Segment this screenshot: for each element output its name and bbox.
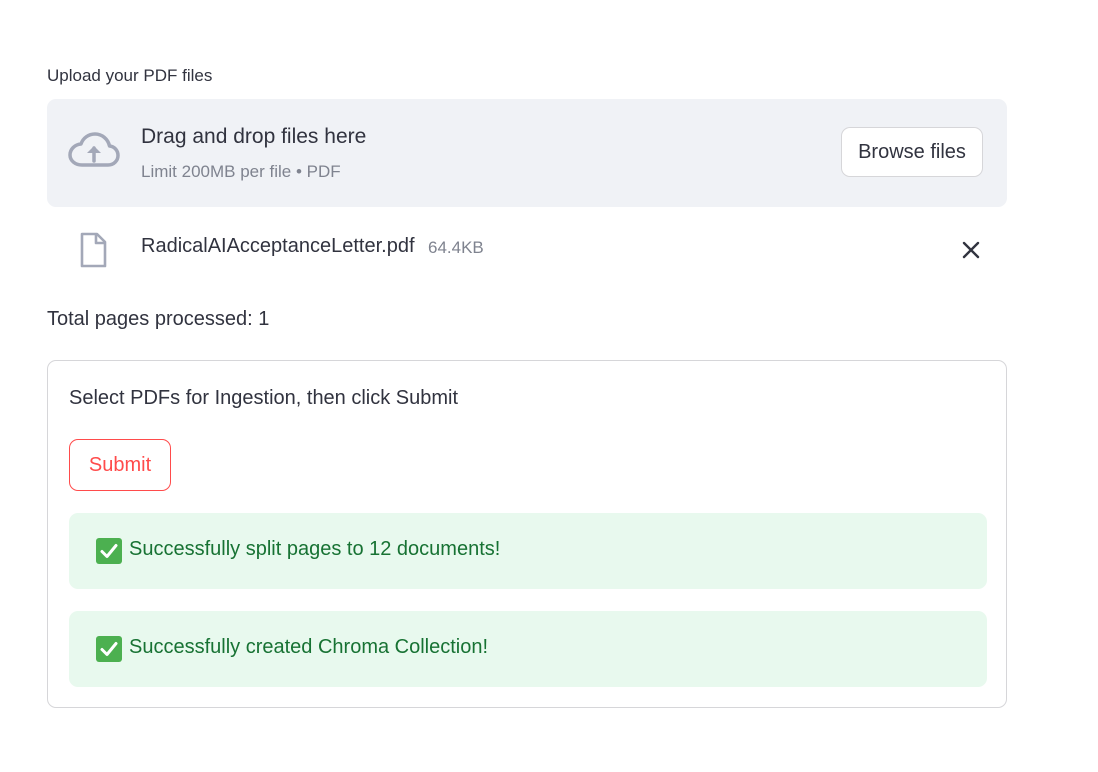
file-dropzone[interactable]: Drag and drop files here Limit 200MB per… xyxy=(47,99,1007,207)
submit-button[interactable]: Submit xyxy=(69,439,171,491)
upload-label: Upload your PDF files xyxy=(47,66,213,85)
file-size: 64.4KB xyxy=(428,238,484,257)
check-mark-icon xyxy=(96,636,122,662)
dropzone-subtitle: Limit 200MB per file • PDF xyxy=(141,162,341,181)
ingestion-form: Select PDFs for Ingestion, then click Su… xyxy=(47,360,1007,708)
success-alert-text: Successfully split pages to 12 documents… xyxy=(129,538,501,560)
file-name: RadicalAIAcceptanceLetter.pdf xyxy=(141,235,415,257)
file-icon xyxy=(80,232,107,268)
form-title: Select PDFs for Ingestion, then click Su… xyxy=(69,387,459,409)
success-alert: Successfully created Chroma Collection! xyxy=(69,611,987,687)
success-alert: Successfully split pages to 12 documents… xyxy=(69,513,987,589)
check-mark-icon xyxy=(96,538,122,564)
browse-files-button[interactable]: Browse files xyxy=(841,127,983,177)
dropzone-title: Drag and drop files here xyxy=(141,125,367,148)
close-icon[interactable] xyxy=(959,238,983,262)
cloud-upload-icon xyxy=(68,132,120,167)
total-pages-text: Total pages processed: 1 xyxy=(47,308,270,330)
success-alert-text: Successfully created Chroma Collection! xyxy=(129,636,489,658)
uploaded-file-row: RadicalAIAcceptanceLetter.pdf 64.4KB xyxy=(47,226,1007,274)
